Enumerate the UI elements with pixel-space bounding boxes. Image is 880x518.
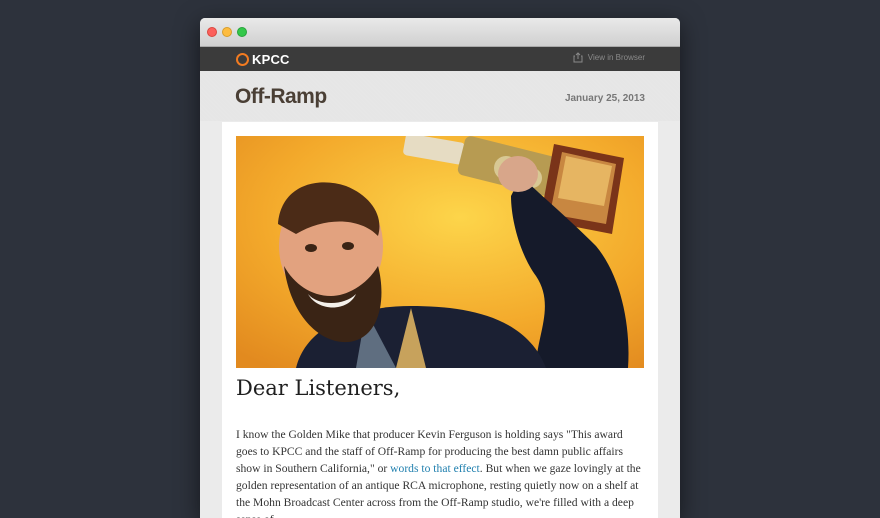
browser-window: KPCC View in Browser Off-Ramp January 25… [200,18,680,518]
minimize-window-button[interactable] [222,27,232,37]
kpcc-logo-icon [236,52,249,66]
hero-illustration [236,136,644,368]
hero-photo [236,136,644,368]
view-in-browser-link[interactable]: View in Browser [573,52,645,63]
article-body: I know the Golden Mike that producer Kev… [236,426,644,518]
off-ramp-logo: Off-Ramp [235,85,327,108]
issue-date: January 25, 2013 [564,93,645,104]
greeting-heading: Dear Listeners, [236,376,401,400]
kpcc-logo[interactable]: KPCC [236,51,290,67]
view-in-browser-label: View in Browser [587,53,645,62]
zoom-window-button[interactable] [237,27,247,37]
share-icon [573,52,583,63]
words-to-that-effect-link[interactable]: words to that effect [390,462,480,475]
newsletter-header: Off-Ramp January 25, 2013 [200,71,680,121]
kpcc-logo-text: KPCC [252,51,290,67]
kpcc-topbar: KPCC View in Browser [200,47,680,71]
article-card: Dear Listeners, I know the Golden Mike t… [222,122,658,518]
window-titlebar [200,18,680,47]
close-window-button[interactable] [207,27,217,37]
